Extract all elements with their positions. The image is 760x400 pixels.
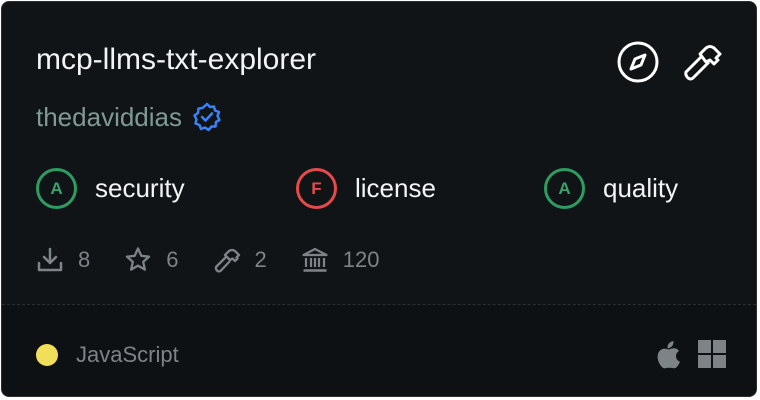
language-color-dot: [36, 344, 58, 366]
author-row: thedaviddias: [36, 99, 222, 135]
hammer-icon: [213, 246, 241, 274]
action-icons: [616, 40, 724, 84]
hammer-icon[interactable]: [680, 40, 724, 84]
downloads-count: 8: [78, 247, 91, 272]
compass-icon[interactable]: [616, 40, 660, 84]
repo-title[interactable]: mcp-llms-txt-explorer: [36, 40, 316, 80]
stat-score: 120: [301, 246, 380, 274]
card-footer: JavaScript: [2, 304, 756, 396]
grade-quality[interactable]: A quality: [544, 168, 678, 209]
stat-tools: 2: [213, 246, 267, 274]
grade-security[interactable]: A security: [36, 168, 185, 209]
apple-icon: [656, 339, 682, 374]
stars-count: 6: [166, 247, 179, 272]
grade-license[interactable]: F license: [296, 168, 436, 209]
bank-icon: [301, 246, 329, 274]
language-label: JavaScript: [76, 342, 179, 367]
stat-stars: 6: [124, 246, 179, 274]
grade-badge: A: [544, 168, 585, 209]
verified-badge-icon: [192, 102, 222, 132]
download-icon: [36, 246, 64, 274]
stat-downloads: 8: [36, 246, 90, 274]
grades-row: A security F license A quality: [2, 168, 756, 212]
grade-badge: F: [296, 168, 337, 209]
star-icon: [124, 246, 152, 274]
windows-icon: [698, 340, 726, 373]
stats-row: 8 6 2 120: [36, 242, 413, 278]
server-card[interactable]: mcp-llms-txt-explorer thedaviddias A sec…: [1, 1, 757, 397]
platform-icons: [656, 339, 726, 374]
tools-count: 2: [254, 247, 267, 272]
author-name[interactable]: thedaviddias: [36, 99, 182, 135]
grade-badge: A: [36, 168, 77, 209]
score-value: 120: [342, 247, 380, 272]
grade-label: license: [355, 173, 436, 203]
grade-label: quality: [603, 173, 679, 203]
grade-label: security: [95, 173, 185, 203]
